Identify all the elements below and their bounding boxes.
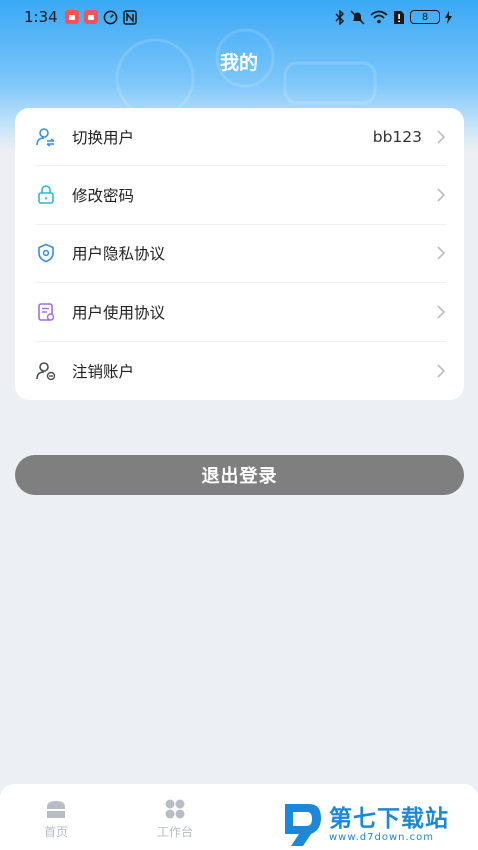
switch-user-icon [35,126,57,148]
charging-icon [445,10,452,24]
chevron-right-icon [437,364,446,378]
tab-label: 首页 [44,825,69,839]
menu-item-label: 修改密码 [72,187,135,206]
menu-item-user-agreement[interactable]: 用户使用协议 [35,283,446,342]
status-time: 1:34 [24,8,58,26]
menu-item-switch-user[interactable]: 切换用户 bb123 [35,108,446,167]
tab-label: 工作台 [157,825,194,839]
chevron-right-icon [437,305,446,319]
user-remove-icon [35,360,57,382]
menu-item-label: 切换用户 [72,128,135,147]
menu-item-delete-account[interactable]: 注销账户 [35,342,446,400]
grid-icon [165,799,185,819]
watermark-name: 第七下载站 [329,805,449,832]
app-notification-icon [64,10,79,24]
bluetooth-icon [335,9,345,25]
logout-button[interactable]: 退出登录 [15,455,464,495]
sim-alert-icon [394,10,404,24]
menu-item-privacy-policy[interactable]: 用户隐私协议 [35,225,446,284]
menu-item-label: 注销账户 [72,362,135,381]
current-user-value: bb123 [372,127,422,146]
menu-item-label: 用户使用协议 [72,303,166,322]
wifi-icon [370,10,388,24]
watermark-url: www.d7down.com [329,831,435,843]
tab-workbench[interactable]: 工作台 [157,798,193,840]
battery-indicator: 8 [410,10,440,24]
menu-item-label: 用户隐私协议 [72,245,166,264]
app-notification-icon [83,10,98,24]
shield-icon [35,242,57,264]
speedometer-icon [103,10,118,24]
nfc-icon [122,9,137,25]
site-watermark: 第七下载站 www.d7down.com [283,798,478,850]
page-title: 我的 [219,52,258,74]
d7-logo-icon [285,804,321,846]
home-icon [47,801,65,818]
tab-home[interactable]: 首页 [44,798,68,840]
chevron-right-icon [437,130,446,144]
menu-item-change-password[interactable]: 修改密码 [35,166,446,225]
status-bar: 1:34 8 [0,0,478,34]
lock-icon [35,184,57,206]
document-icon [35,301,57,323]
chevron-right-icon [437,188,446,202]
mute-bell-icon [350,9,365,25]
settings-menu-card: 切换用户 bb123 修改密码 用户隐私协议 用户使用协议 注销账户 [15,108,464,400]
chevron-right-icon [437,246,446,261]
